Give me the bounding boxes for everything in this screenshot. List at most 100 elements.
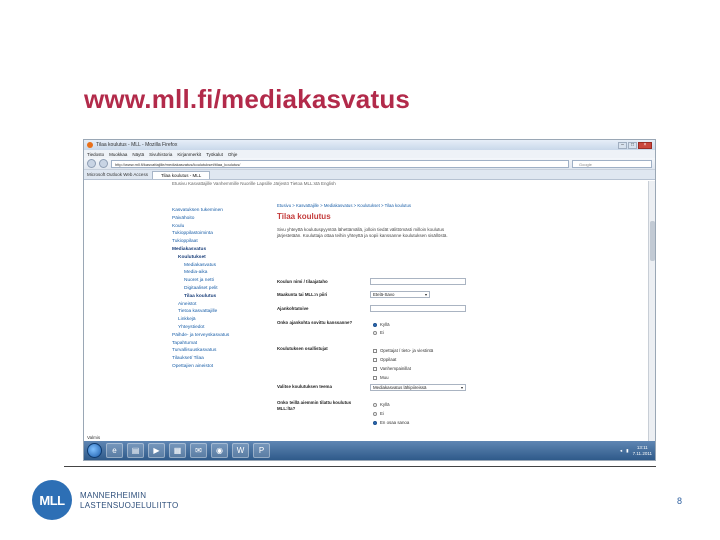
sidebar-item[interactable]: Opettajien aineistot [172, 363, 272, 371]
sidebar-item[interactable]: Päivähoito [172, 215, 272, 223]
already-no-option[interactable]: Ei [373, 330, 384, 335]
taskbar-outlook-icon[interactable]: ✉ [190, 443, 207, 458]
radio-button[interactable] [373, 330, 377, 335]
taskbar-word-icon[interactable]: W [232, 443, 249, 458]
window-titlebar: Tilaa koulutus - MLL - Mozilla Firefox –… [84, 140, 655, 150]
previous-order-label: Onko teillä aiemmin tilattu koulutus MLL… [277, 400, 352, 411]
clock-date: 7.11.2011 [632, 450, 652, 456]
audience-option-pupils[interactable]: Oppilaat [373, 357, 396, 362]
sidebar-item[interactable]: Tukioppilastoiminta [172, 230, 272, 238]
back-button[interactable] [87, 159, 96, 168]
tab-bar: Microsoft Outlook Web Access Tilaa koulu… [84, 170, 655, 180]
organization-name: MANNERHEIMIN LASTENSUOJELULIITTO [80, 491, 178, 511]
intro-text: Sivu yhteyttä koulutuspyyntöä lähettämäl… [277, 227, 448, 238]
menu-item-help[interactable]: Ohje [228, 152, 238, 157]
firefox-icon [87, 142, 93, 148]
sidebar-item[interactable]: Aineistot [172, 301, 272, 309]
topic-select[interactable]: Mediakasvatus lähipiireissä [370, 384, 466, 391]
window-title: Tilaa koulutus - MLL - Mozilla Firefox [96, 142, 178, 148]
bookmark-outlook[interactable]: Microsoft Outlook Web Access [87, 172, 148, 179]
logo-text: MLL [39, 492, 65, 508]
region-select[interactable]: Etelä-Savo [370, 291, 430, 298]
web-page: Etusivu Kasvattajille Vanhemmille Nuoril… [84, 181, 648, 441]
navigation-bar: http://www.mll.fi/kasvattajille/mediakas… [84, 158, 655, 170]
taskbar-explorer-icon[interactable]: ▤ [127, 443, 144, 458]
sidebar-item[interactable]: Tapahtumat [172, 340, 272, 348]
sidebar-item[interactable]: Mediakasvatus [172, 262, 272, 270]
radio-button[interactable] [373, 411, 377, 416]
already-yes-option[interactable]: Kyllä [373, 322, 390, 327]
mll-logo: MLL [32, 480, 72, 520]
checkbox[interactable] [373, 366, 377, 371]
taskbar-folder-icon[interactable]: ▦ [169, 443, 186, 458]
taskbar-ie-icon[interactable]: e [106, 443, 123, 458]
region-label: Maakunta tai MLL:n piiri [277, 292, 328, 297]
forward-button[interactable] [99, 159, 108, 168]
sidebar-item[interactable]: Tilaukset/ Tilaa [172, 355, 272, 363]
sidebar-item[interactable]: Digitaaliset pelit [172, 285, 272, 293]
vertical-scrollbar[interactable] [648, 181, 655, 441]
radio-button[interactable] [373, 322, 377, 327]
taskbar-media-icon[interactable]: ▶ [148, 443, 165, 458]
sidebar-item[interactable]: Yhteystiedot [172, 324, 272, 332]
organization-input[interactable] [370, 278, 466, 285]
close-button[interactable]: × [638, 141, 652, 149]
sidebar-item[interactable]: Kasvatuksen tukeminen [172, 207, 272, 215]
sidebar-item[interactable]: Koulutukset [172, 254, 272, 262]
slide-title: www.mll.fi/mediakasvatus [84, 84, 411, 114]
status-text: Valmis [87, 435, 101, 440]
audience-option-other[interactable]: Muu [373, 375, 389, 380]
menu-item-file[interactable]: Tiedosto [87, 152, 104, 157]
menu-item-bookmarks[interactable]: Kirjanmerkit [177, 152, 201, 157]
radio-button[interactable] [373, 402, 377, 407]
search-input[interactable]: Google [572, 159, 652, 168]
previous-no-option[interactable]: Ei [373, 411, 384, 416]
previous-yes-option[interactable]: Kyllä [373, 402, 390, 407]
menu-bar: Tiedosto Muokkaa Näytä Sivuhistoria Kirj… [84, 150, 655, 158]
sidebar-item[interactable]: Media-aika [172, 269, 272, 277]
audience-label: Koulutuksen osallistujat [277, 346, 328, 351]
address-bar[interactable]: http://www.mll.fi/kasvattajille/mediakas… [111, 159, 569, 168]
sidebar-item[interactable]: Koulu [172, 223, 272, 231]
menu-item-history[interactable]: Sivuhistoria [149, 152, 172, 157]
option-label: Kyllä [380, 402, 390, 407]
topic-label: Valitse koulutuksen teema [277, 384, 332, 389]
taskbar-powerpoint-icon[interactable]: P [253, 443, 270, 458]
sidebar-item[interactable]: Mediakasvatus [172, 246, 272, 254]
breadcrumb[interactable]: Etusivu > Kasvattajille > Mediakasvatus … [277, 203, 507, 209]
checkbox[interactable] [373, 357, 377, 362]
minimize-button[interactable]: – [618, 141, 627, 149]
sidebar-item[interactable]: Nuoret ja netti [172, 277, 272, 285]
radio-button[interactable] [373, 420, 377, 425]
menu-item-view[interactable]: Näytä [132, 152, 144, 157]
checkbox[interactable] [373, 348, 377, 353]
sidebar-item[interactable]: Päihde- ja terveyskasvatus [172, 332, 272, 340]
option-label: Kyllä [380, 322, 390, 327]
start-button[interactable] [87, 443, 102, 458]
date-input[interactable] [370, 305, 466, 312]
taskbar-firefox-icon[interactable]: ◉ [211, 443, 228, 458]
option-label: Muu [380, 375, 389, 380]
clock[interactable]: 13:11 7.11.2011 [633, 445, 652, 457]
tab-tilaa-koulutus[interactable]: Tilaa koulutus - MLL [151, 171, 211, 179]
org-name-line1: MANNERHEIMIN [80, 491, 147, 500]
sidebar-item[interactable]: Tietoa kasvattajille [172, 308, 272, 316]
menu-item-edit[interactable]: Muokkaa [109, 152, 127, 157]
audience-option-teachers[interactable]: Opettajat / tieto- ja viestintä [373, 348, 433, 353]
site-top-navigation[interactable]: Etusivu Kasvattajille Vanhemmille Nuoril… [172, 181, 336, 186]
sidebar-item[interactable]: Tukioppilaat [172, 238, 272, 246]
sidebar-item[interactable]: Turvallisuuskasvatus [172, 347, 272, 355]
scrollbar-thumb[interactable] [650, 221, 655, 261]
audience-option-parents[interactable]: Vanhempainillat [373, 366, 411, 371]
page-title: Tilaa koulutus [277, 212, 331, 221]
checkbox[interactable] [373, 375, 377, 380]
volume-icon[interactable]: ◂ [620, 448, 622, 454]
sidebar-item[interactable]: Linkkejä [172, 316, 272, 324]
previous-dontknow-option[interactable]: En osaa sanoa [373, 420, 409, 425]
menu-item-tools[interactable]: Työkalut [206, 152, 223, 157]
maximize-button[interactable]: □ [628, 141, 637, 149]
organization-label: Koulun nimi / tilaajataho [277, 279, 328, 284]
windows-taskbar: e ▤ ▶ ▦ ✉ ◉ W P ◂ ▮ 13:11 7.11.2011 [84, 441, 655, 460]
network-icon[interactable]: ▮ [626, 448, 628, 454]
sidebar-item[interactable]: Tilaa koulutus [172, 293, 272, 301]
